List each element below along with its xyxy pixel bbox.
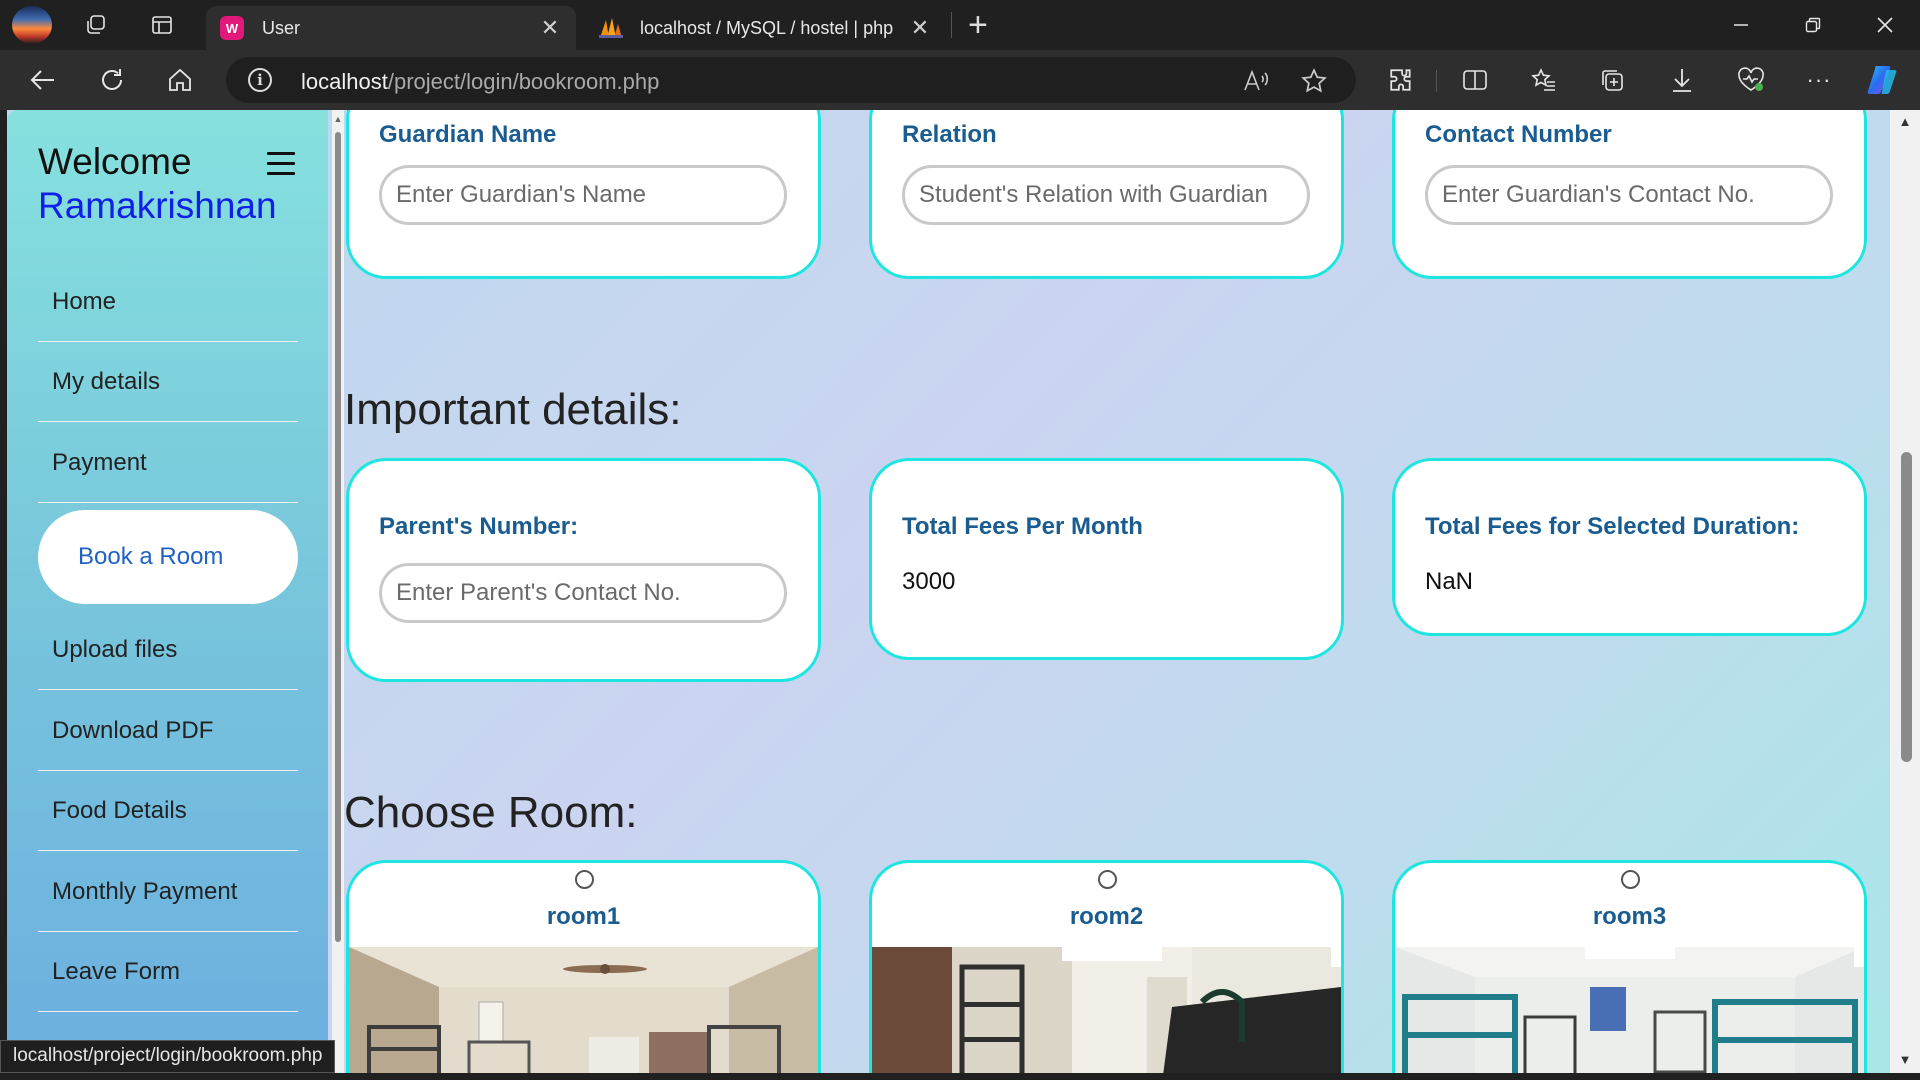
fees-selected-duration-value: NaN [1425, 568, 1474, 595]
home-icon[interactable] [162, 62, 198, 98]
guardian-name-input[interactable] [379, 165, 787, 225]
important-details-heading: Important details: [344, 385, 682, 434]
sidebar-item-leave-form[interactable]: Leave Form [38, 932, 298, 1012]
status-url-tooltip: localhost/project/login/bookroom.php [0, 1040, 336, 1073]
sidebar-item-label: Monthly Payment [52, 877, 238, 905]
fees-selected-duration-label: Total Fees for Selected Duration: [1425, 513, 1800, 540]
scroll-down-arrow-icon[interactable]: ▼ [1890, 1052, 1920, 1067]
sidebar-item-my-details[interactable]: My details [38, 342, 298, 422]
fees-per-month-card: Total Fees Per Month 3000 [869, 458, 1344, 660]
site-info-icon[interactable]: i [248, 68, 272, 92]
guardian-name-label: Guardian Name [379, 121, 557, 148]
close-tab-icon[interactable]: ✕ [538, 15, 562, 41]
fees-per-month-label: Total Fees Per Month [902, 513, 1143, 540]
browser-essentials-icon[interactable] [1733, 62, 1769, 98]
room-name: room3 [1592, 903, 1667, 930]
minimize-icon[interactable] [1716, 8, 1766, 42]
read-aloud-icon[interactable] [1241, 66, 1271, 96]
room-name: room2 [1069, 903, 1144, 930]
new-tab-icon[interactable]: + [968, 6, 988, 45]
sidebar-item-label: Food Details [52, 796, 187, 824]
fees-per-month-value: 3000 [902, 568, 956, 595]
sidebar-item-food-details[interactable]: Food Details [38, 771, 298, 851]
tab-divider [951, 12, 952, 38]
sidebar-item-label: Book a Room [78, 543, 224, 570]
username-text: Ramakrishnan [38, 185, 277, 226]
parent-number-card: Parent's Number: [346, 458, 821, 682]
room3-radio[interactable] [1621, 870, 1640, 889]
relation-label: Relation [902, 121, 997, 148]
room-name: room1 [546, 903, 621, 930]
downloads-icon[interactable] [1664, 62, 1700, 98]
sidebar-item-label: Payment [52, 448, 147, 476]
room1-photo [349, 947, 818, 1073]
sidebar-item-label: Download PDF [52, 716, 214, 744]
sidebar-item-label: Home [52, 287, 117, 315]
room-card: room1 [346, 860, 821, 1073]
sidebar-item-upload-files[interactable]: Upload files [38, 610, 298, 690]
page-scrollbar[interactable]: ▲ ▼ [1890, 110, 1920, 1073]
close-window-icon[interactable] [1860, 8, 1910, 42]
room-card: room3 [1392, 860, 1867, 1073]
close-tab-icon[interactable]: ✕ [908, 15, 932, 41]
page-viewport: Welcome Ramakrishnan Home My details Pay… [7, 110, 1920, 1073]
relation-card: Relation [869, 110, 1344, 279]
address-bar[interactable]: i localhost/project/login/bookroom.php [226, 57, 1356, 103]
tab-user[interactable]: W User ✕ [206, 6, 576, 50]
sidebar-item-payment[interactable]: Payment [38, 423, 298, 503]
sidebar-item-monthly-payment[interactable]: Monthly Payment [38, 852, 298, 932]
sidebar-item-download-pdf[interactable]: Download PDF [38, 691, 298, 771]
refresh-icon[interactable] [94, 62, 130, 98]
tab-actions-icon[interactable] [144, 7, 180, 43]
sidebar-scroll-thumb[interactable] [335, 132, 341, 942]
restore-icon[interactable] [1788, 8, 1838, 42]
scroll-up-arrow-icon[interactable]: ▲ [332, 114, 344, 124]
tab-favicon-icon: W [220, 16, 244, 40]
parent-number-input[interactable] [379, 563, 787, 623]
guardian-contact-card: Contact Number [1392, 110, 1867, 279]
room-card: room2 [869, 860, 1344, 1073]
fees-selected-duration-card: Total Fees for Selected Duration: NaN [1392, 458, 1867, 636]
relation-input[interactable] [902, 165, 1310, 225]
tab-phpmyadmin[interactable]: localhost / MySQL / hostel | php ✕ [584, 6, 946, 50]
workspaces-icon[interactable] [78, 7, 114, 43]
profile-icon[interactable] [12, 6, 52, 44]
sidebar-item-book-a-room[interactable]: Book a Room [38, 510, 298, 604]
room2-photo [872, 947, 1341, 1073]
room2-radio[interactable] [1098, 870, 1117, 889]
phpmyadmin-favicon-icon [598, 16, 623, 40]
room1-radio[interactable] [575, 870, 594, 889]
guardian-contact-input[interactable] [1425, 165, 1833, 225]
page-scroll-thumb[interactable] [1901, 452, 1912, 762]
hamburger-menu-icon[interactable] [267, 152, 295, 176]
sidebar: Welcome Ramakrishnan Home My details Pay… [7, 110, 328, 1073]
browser-toolbar: i localhost/project/login/bookroom.php ·… [0, 50, 1920, 110]
tab-title: localhost / MySQL / hostel | php [640, 17, 894, 38]
collections-icon[interactable] [1594, 62, 1630, 98]
welcome-text: Welcome [38, 141, 192, 182]
split-screen-icon[interactable] [1457, 62, 1493, 98]
back-icon[interactable] [25, 62, 61, 98]
sidebar-item-label: Leave Form [52, 957, 181, 985]
more-icon[interactable]: ··· [1801, 62, 1837, 98]
extensions-icon[interactable] [1383, 62, 1419, 98]
sidebar-item-home[interactable]: Home [38, 262, 298, 342]
copilot-icon[interactable] [1865, 62, 1901, 98]
sidebar-scrollbar[interactable]: ▲ [332, 110, 344, 1073]
favorite-star-icon[interactable] [1299, 66, 1329, 96]
choose-room-heading: Choose Room: [344, 788, 638, 837]
guardian-name-card: Guardian Name [346, 110, 821, 279]
parent-number-label: Parent's Number: [379, 513, 579, 540]
url-text[interactable]: localhost/project/login/bookroom.php [301, 69, 659, 95]
scroll-up-arrow-icon[interactable]: ▲ [1890, 114, 1920, 129]
sidebar-item-label: My details [52, 367, 161, 395]
contact-number-label: Contact Number [1425, 121, 1612, 148]
window-bottom-edge [0, 1073, 1920, 1080]
room3-photo [1395, 947, 1864, 1073]
favorites-icon[interactable] [1526, 62, 1562, 98]
toolbar-divider [1436, 70, 1437, 92]
browser-tab-bar: W User ✕ localhost / MySQL / hostel | ph… [0, 0, 1920, 50]
tab-title: User [262, 17, 301, 38]
sidebar-item-label: Upload files [52, 635, 178, 663]
